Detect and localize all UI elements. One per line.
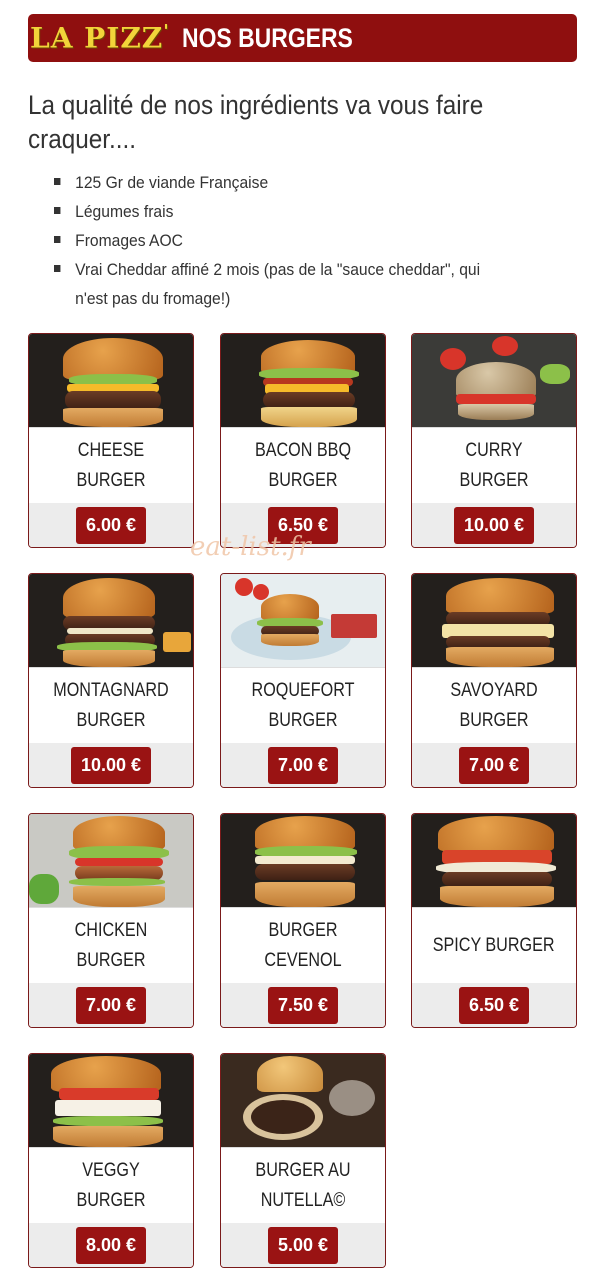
burger-card[interactable]: BURGER AU NUTELLA© 5.00 € [220,1053,386,1268]
list-item: Légumes frais [54,197,486,226]
price-badge: 7.00 € [267,747,339,784]
burger-card[interactable]: CHEESE BURGER 6.00 € [28,333,194,548]
price-badge: 7.00 € [458,747,530,784]
burger-photo [29,1054,193,1148]
burger-photo [29,574,193,668]
burger-card[interactable]: SPICY BURGER 6.50 € [411,813,577,1028]
burger-card[interactable]: VEGGY BURGER 8.00 € [28,1053,194,1268]
burger-name: BURGER AU NUTELLA© [255,1159,351,1211]
burger-photo [412,334,576,428]
intro-tagline: La qualité de nos ingrédients va vous fa… [28,90,484,154]
burger-name: SPICY BURGER [433,934,555,956]
price-badge: 7.00 € [75,987,147,1024]
price-badge: 6.00 € [75,507,147,544]
page-title: NOS BURGERS [181,22,353,53]
burger-name: ROQUEFORT BURGER [251,679,355,731]
price-badge: 10.00 € [453,507,535,544]
burger-photo [412,574,576,668]
burger-card[interactable]: BACON BBQ BURGER 6.50 € [220,333,386,548]
burger-card[interactable]: BURGER CEVENOL 7.50 € [220,813,386,1028]
list-item: 125 Gr de viande Française [54,168,486,197]
price-badge: 5.00 € [267,1227,339,1264]
burger-photo [221,1054,385,1148]
list-item: Fromages AOC [54,226,486,255]
burger-photo [221,574,385,668]
price-badge: 8.00 € [75,1227,147,1264]
features-list: 125 Gr de viande Française Légumes frais… [54,168,524,313]
burger-name: SAVOYARD BURGER [450,679,538,731]
burger-photo [29,814,193,908]
burger-photo [221,334,385,428]
burger-photo [29,334,193,428]
burger-card[interactable]: SAVOYARD BURGER 7.00 € [411,573,577,788]
burger-card[interactable]: CURRY BURGER 10.00 € [411,333,577,548]
burger-name: CHICKEN BURGER [74,919,148,971]
burger-name: MONTAGNARD BURGER [53,679,169,731]
burger-photo [221,814,385,908]
page-header: LA PIZZ' NOS BURGERS [28,14,577,62]
price-badge: 7.50 € [267,987,339,1024]
logo[interactable]: LA PIZZ' [30,21,170,54]
burger-card[interactable]: ROQUEFORT BURGER 7.00 € [220,573,386,788]
burger-card[interactable]: CHICKEN BURGER 7.00 € [28,813,194,1028]
burger-name: CHEESE BURGER [76,439,146,491]
price-badge: 10.00 € [70,747,152,784]
burger-photo [412,814,576,908]
burger-name: VEGGY BURGER [76,1159,146,1211]
burger-name: BURGER CEVENOL [264,919,342,971]
burger-card[interactable]: MONTAGNARD BURGER 10.00 € [28,573,194,788]
burger-name: CURRY BURGER [459,439,529,491]
burger-name: BACON BBQ BURGER [254,439,352,491]
list-item: Vrai Cheddar affiné 2 mois (pas de la "s… [54,255,486,313]
price-badge: 6.50 € [458,987,530,1024]
watermark: eat-list.fr [190,532,311,562]
